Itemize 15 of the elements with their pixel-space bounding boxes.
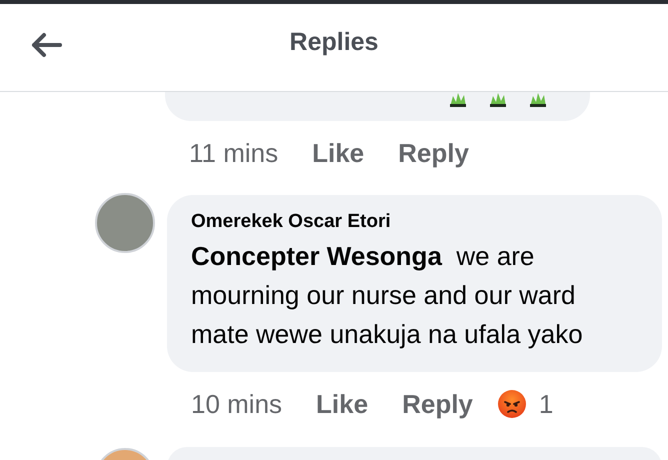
comment-time: 10 mins [191,388,282,420]
comment-action-link[interactable]: Reply [398,138,469,168]
back-arrow-icon[interactable] [30,32,62,58]
comment-action-link[interactable]: Like [316,388,368,420]
comment-author[interactable]: Omerekek Oscar Etori [191,211,638,233]
plant-emoji-icon [447,92,469,108]
comment-action-link[interactable]: Like [312,138,364,168]
comment-text: Concepter Wesonga we are mourning our nurse and our ward mate wewe unakuja na ufala yako [191,240,584,351]
plant-emoji-icon [527,92,549,108]
comment-action-link[interactable]: Reply [402,388,473,420]
reaction-count: 1 [538,388,554,420]
comment-time: 11 mins [189,138,278,168]
page-title: Replies [290,28,378,57]
plant-emoji-icon [487,92,509,108]
angry-face-icon [496,389,527,419]
